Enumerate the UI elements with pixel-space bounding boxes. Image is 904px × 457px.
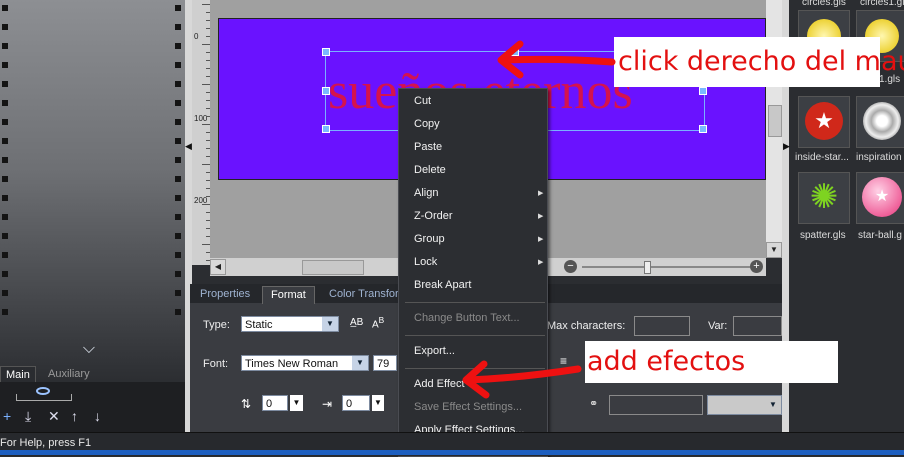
red-arrow-icon	[497, 40, 616, 79]
annotation-arrows	[462, 40, 616, 399]
red-arrow-icon	[462, 360, 582, 399]
